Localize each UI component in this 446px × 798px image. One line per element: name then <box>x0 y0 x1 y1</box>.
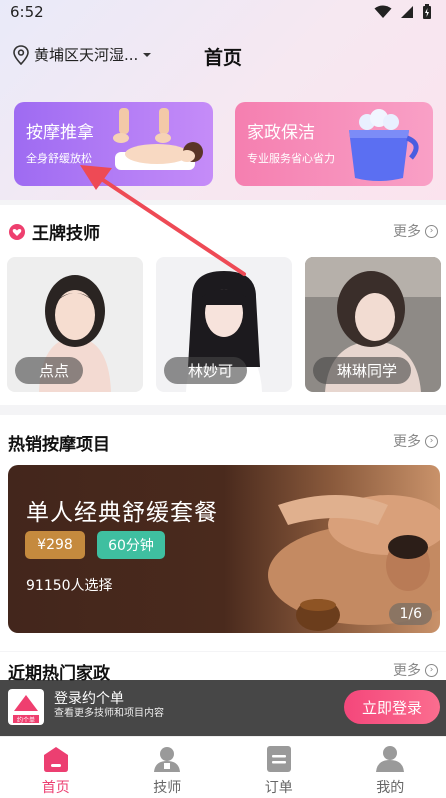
technician-icon <box>154 747 181 772</box>
profile-icon <box>376 746 405 772</box>
tab-home[interactable]: 首页 <box>0 737 112 798</box>
package-title: 单人经典舒缓套餐 <box>26 500 218 526</box>
signal-icon <box>401 6 413 18</box>
massage-section-header: 热销按摩项目 <box>8 430 110 455</box>
technicians-section-header: 王牌技师 <box>8 219 100 244</box>
housekeeping-service-title: 家政保洁 <box>247 123 315 143</box>
massage-service-card[interactable]: 按摩推拿 全身舒缓放松 <box>14 102 213 186</box>
technician-name: 琳琳同学 <box>313 357 412 384</box>
technician-name: 林妙可 <box>164 357 248 384</box>
massage-section-title: 热销按摩项目 <box>8 435 110 455</box>
login-button[interactable]: 立即登录 <box>344 690 440 724</box>
wifi-icon <box>374 5 392 18</box>
svg-text:约个单: 约个单 <box>17 716 35 724</box>
order-icon <box>266 746 291 772</box>
battery-icon <box>423 4 431 19</box>
home-icon <box>43 747 68 772</box>
chevron-right-icon: › <box>425 434 438 448</box>
chevron-right-icon: › <box>425 224 438 238</box>
massage-more-link[interactable]: 更多 › <box>393 431 438 451</box>
login-prompt-bar: 约个单 登录约个单 查看更多技师和项目内容 立即登录 <box>0 680 446 736</box>
technician-card[interactable]: 林妙可 <box>156 257 292 392</box>
bottom-tab-bar: 首页 技师 订单 我的 <box>0 736 446 798</box>
selection-count: 91150人选择 <box>26 578 113 594</box>
massage-service-title: 按摩推拿 <box>26 123 94 143</box>
technicians-more-link[interactable]: 更多 › <box>393 221 438 241</box>
technician-card[interactable]: 点点 <box>7 257 143 392</box>
login-subtitle: 查看更多技师和项目内容 <box>54 708 164 719</box>
housekeeping-service-card[interactable]: 家政保洁 专业服务省心省力 <box>235 102 433 186</box>
massage-service-subtitle: 全身舒缓放松 <box>26 152 92 165</box>
page-title: 首页 <box>203 47 242 69</box>
tab-technicians[interactable]: 技师 <box>112 737 224 798</box>
housekeeping-service-subtitle: 专业服务省心省力 <box>247 152 335 165</box>
technician-card[interactable]: 琳琳同学 <box>305 257 441 392</box>
technician-name: 点点 <box>15 357 84 384</box>
status-time: 6:52 <box>10 3 44 21</box>
app-logo: 约个单 <box>8 689 44 725</box>
chevron-right-icon: › <box>425 663 438 677</box>
housework-more-link[interactable]: 更多 › <box>393 660 438 680</box>
status-bar: 6:52 <box>0 0 446 24</box>
banner-pager: 1/6 <box>389 603 432 625</box>
heart-chat-icon <box>9 223 25 240</box>
massage-package-banner[interactable]: 单人经典舒缓套餐 ¥298 60分钟 91150人选择 1/6 <box>8 465 440 633</box>
massage-illustration <box>113 108 203 170</box>
tab-orders[interactable]: 订单 <box>223 737 335 798</box>
duration-tag: 60分钟 <box>97 531 165 559</box>
tab-profile[interactable]: 我的 <box>335 737 446 798</box>
price-tag: ¥298 <box>25 531 85 559</box>
bucket-illustration <box>349 109 419 181</box>
technicians-title: 王牌技师 <box>32 224 100 244</box>
app-header: 黄埔区天河湿... 首页 <box>0 36 446 76</box>
